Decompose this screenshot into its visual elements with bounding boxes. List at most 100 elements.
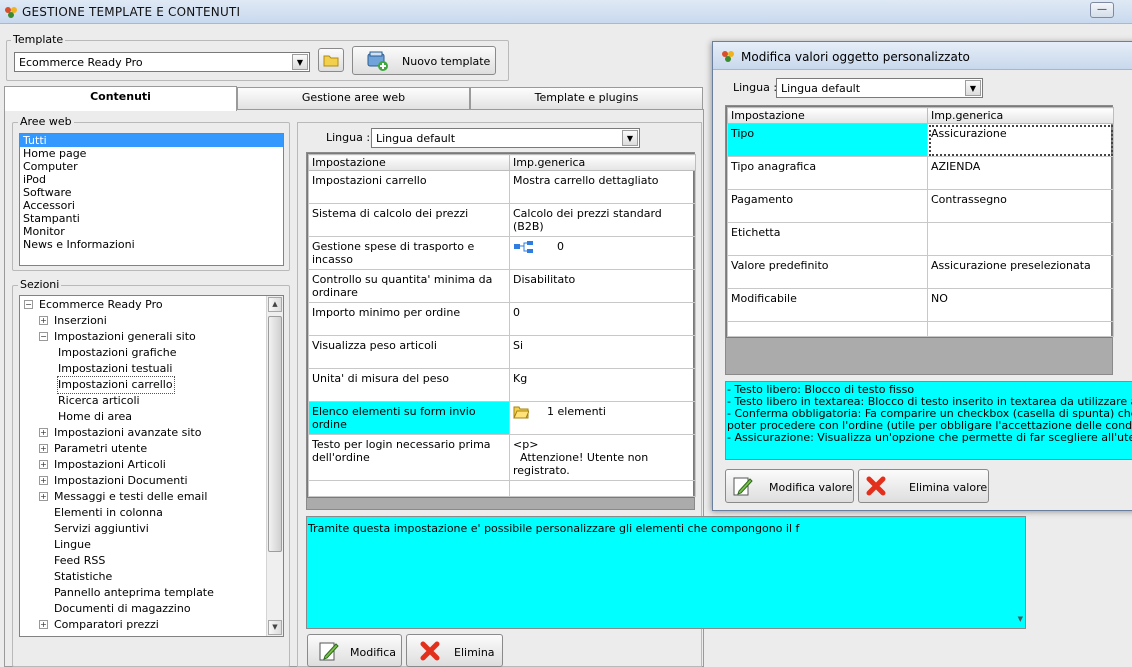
open-folder-button[interactable] — [318, 48, 344, 72]
tree-node[interactable]: + Impostazioni avanzate sito — [20, 425, 268, 441]
modifica-button[interactable]: Modifica — [307, 634, 402, 667]
folder-icon[interactable] — [513, 405, 530, 419]
dialog-row[interactable]: Tipo anagrafica AZIENDA — [727, 156, 1114, 190]
tree-node[interactable]: + Impostazioni Articoli — [20, 457, 268, 473]
settings-row[interactable]: Importo minimo per ordine 0 — [308, 302, 696, 336]
setting-name[interactable]: Sistema di calcolo dei prezzi — [308, 203, 510, 237]
tree-node[interactable]: + Parametri utente — [20, 441, 268, 457]
setting-value-cell[interactable]: Mostra carrello dettagliato — [509, 170, 696, 204]
modifica-valore-button[interactable]: Modifica valore — [725, 469, 854, 503]
setting-value-cell[interactable]: Kg — [509, 368, 696, 402]
tree-node[interactable]: + Inserzioni — [20, 313, 268, 329]
setting-name[interactable]: Unita' di misura del peso — [308, 368, 510, 402]
setting-name[interactable]: Visualizza peso articoli — [308, 335, 510, 369]
expand-icon[interactable]: + — [39, 460, 48, 469]
dialog-setting-name[interactable]: Etichetta — [727, 222, 928, 256]
scroll-down-icon[interactable]: ▼ — [1018, 615, 1023, 623]
minimize-button[interactable]: — — [1090, 2, 1114, 18]
setting-value-cell[interactable]: Calcolo dei prezzi standard (B2B) — [509, 203, 696, 237]
new-template-button[interactable]: Nuovo template — [352, 46, 496, 75]
dialog-setting-value[interactable]: Contrassegno — [927, 189, 1114, 223]
settings-row[interactable]: Visualizza peso articoli Si — [308, 335, 696, 369]
aree-web-item[interactable]: Monitor — [20, 225, 283, 238]
dialog-setting-value[interactable]: Assicurazione preselezionata — [927, 255, 1114, 289]
tree-node[interactable]: − Ecommerce Ready Pro — [20, 297, 268, 313]
col-header-imp-generica[interactable]: Imp.generica — [509, 154, 696, 171]
dialog-setting-value[interactable] — [927, 222, 1114, 256]
scroll-up-icon[interactable]: ▲ — [268, 297, 282, 312]
setting-value-cell[interactable]: <p> Attenzione! Utente non registrato. — [509, 434, 696, 481]
expand-icon[interactable]: + — [39, 620, 48, 629]
collapse-icon[interactable]: − — [24, 300, 33, 309]
setting-name[interactable]: Importo minimo per ordine — [308, 302, 510, 336]
dialog-grid[interactable]: Impostazione Imp.generica Tipo Assicurazi… — [726, 106, 1114, 338]
tree-node[interactable]: Impostazioni carrello — [20, 376, 268, 394]
chevron-down-icon[interactable]: ▼ — [622, 130, 638, 146]
scroll-thumb[interactable] — [268, 316, 282, 552]
setting-value-cell[interactable]: 0 — [509, 236, 696, 270]
dialog-title-bar[interactable]: Modifica valori oggetto personalizzato — [713, 42, 1132, 70]
dialog-setting-name[interactable]: Tipo — [727, 123, 928, 157]
tree-node[interactable]: Documenti di magazzino — [20, 601, 268, 617]
dialog-help-area[interactable]: - Testo libero: Blocco di testo fisso - T… — [725, 381, 1132, 460]
dialog-row[interactable]: Valore predefinito Assicurazione preselez… — [727, 255, 1114, 289]
aree-web-item[interactable]: Computer — [20, 160, 283, 173]
tree-node[interactable]: Feed RSS — [20, 553, 268, 569]
settings-row[interactable]: Gestione spese di trasporto e incasso 0 — [308, 236, 696, 270]
tree-node[interactable]: Elementi in colonna — [20, 505, 268, 521]
setting-value-cell[interactable]: 0 — [509, 302, 696, 336]
dialog-setting-value[interactable]: Assicurazione — [927, 123, 1114, 157]
settings-row[interactable]: Testo per login necessario prima dell'or… — [308, 434, 696, 481]
aree-web-item[interactable]: Software — [20, 186, 283, 199]
elimina-button[interactable]: Elimina — [406, 634, 503, 667]
tree-node[interactable]: Impostazioni testuali — [20, 361, 268, 377]
col-header-impostazione[interactable]: Impostazione — [308, 154, 510, 171]
tree-node[interactable]: Impostazioni grafiche — [20, 345, 268, 361]
template-select[interactable]: Ecommerce Ready Pro ▼ — [14, 52, 310, 72]
tree-node[interactable]: Statistiche — [20, 569, 268, 585]
tab-template-plugins[interactable]: Template e plugins — [470, 87, 703, 109]
aree-web-item[interactable]: Home page — [20, 147, 283, 160]
expand-icon[interactable]: + — [39, 444, 48, 453]
tree-node[interactable]: + Messaggi e testi delle email — [20, 489, 268, 505]
setting-value-cell[interactable]: 1 elementi — [509, 401, 696, 435]
tree-node[interactable]: − Impostazioni generali sito — [20, 329, 268, 345]
tab-contenuti[interactable]: Contenuti — [4, 86, 237, 111]
dialog-setting-name[interactable]: Modificabile — [727, 288, 928, 322]
collapse-icon[interactable]: − — [39, 332, 48, 341]
setting-name[interactable]: Elenco elementi su form invio ordine — [308, 401, 510, 435]
setting-name[interactable]: Testo per login necessario prima dell'or… — [308, 434, 510, 481]
sezioni-tree[interactable]: − Ecommerce Ready Pro + Inserzioni − Impostaz… — [19, 295, 284, 637]
settings-row[interactable]: Impostazioni carrello Mostra carrello det… — [308, 170, 696, 204]
dialog-setting-value[interactable]: NO — [927, 288, 1114, 322]
tree-node[interactable]: Ricerca articoli — [20, 393, 268, 409]
dialog-setting-name[interactable]: Pagamento — [727, 189, 928, 223]
expand-icon[interactable]: + — [39, 476, 48, 485]
setting-name[interactable]: Impostazioni carrello — [308, 170, 510, 204]
tree-node[interactable]: + Comparatori prezzi — [20, 617, 268, 633]
settings-row[interactable]: Unita' di misura del peso Kg — [308, 368, 696, 402]
expand-icon[interactable]: + — [39, 636, 48, 637]
dialog-row[interactable]: Modificabile NO — [727, 288, 1114, 322]
aree-web-list[interactable]: Tutti Home page Computer iPod Software Access… — [19, 133, 284, 266]
settings-row[interactable]: Controllo su quantita' minima da ordinar… — [308, 269, 696, 303]
setting-value-cell[interactable]: Disabilitato — [509, 269, 696, 303]
tree-node[interactable]: Servizi aggiuntivi — [20, 521, 268, 537]
tree-node[interactable]: + Impostazioni Documenti — [20, 473, 268, 489]
expand-icon[interactable]: + — [39, 492, 48, 501]
aree-web-item[interactable]: iPod — [20, 173, 283, 186]
dialog-lingua-select[interactable]: Lingua default ▼ — [776, 78, 983, 98]
dialog-col-header-imp-generica[interactable]: Imp.generica — [927, 107, 1114, 124]
setting-name[interactable]: Controllo su quantita' minima da ordinar… — [308, 269, 510, 303]
chevron-down-icon[interactable]: ▼ — [965, 80, 981, 96]
settings-row[interactable]: Elenco elementi su form invio ordine 1 el… — [308, 401, 696, 435]
tab-gestione-aree-web[interactable]: Gestione aree web — [237, 87, 470, 109]
expand-icon[interactable]: + — [39, 428, 48, 437]
dialog-row[interactable]: Etichetta — [727, 222, 1114, 256]
expand-icon[interactable]: + — [39, 316, 48, 325]
dialog-row[interactable]: Pagamento Contrassegno — [727, 189, 1114, 223]
lingua-select[interactable]: Lingua default ▼ — [371, 128, 640, 148]
settings-grid[interactable]: Impostazione Imp.generica Impostazioni c… — [307, 153, 696, 498]
tree-node[interactable]: Lingue — [20, 537, 268, 553]
description-area[interactable]: Tramite questa impostazione e' possibile… — [306, 516, 1026, 629]
